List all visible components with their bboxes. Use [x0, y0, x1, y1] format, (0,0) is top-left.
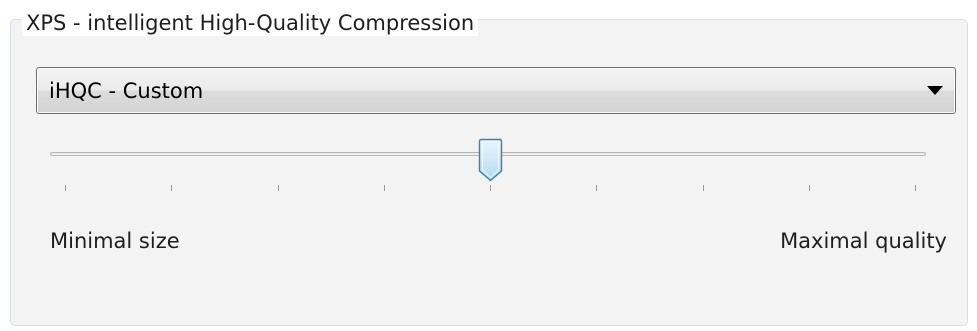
compression-preset-value: iHQC - Custom [49, 79, 204, 103]
slider-min-label: Minimal size [50, 229, 180, 253]
slider-tick [808, 185, 810, 191]
slider-thumb-icon[interactable] [478, 138, 503, 182]
slider-tick [171, 185, 173, 191]
slider-tick [277, 185, 279, 191]
slider-tick [702, 185, 704, 191]
slider-tick [915, 185, 916, 191]
slider-tick [65, 185, 66, 191]
slider-tick [596, 185, 598, 191]
triangle-down-icon[interactable] [927, 86, 943, 95]
compression-preset-dropdown[interactable]: iHQC - Custom [36, 67, 956, 114]
slider-tick [383, 185, 385, 191]
group-title: XPS - intelligent High-Quality Compressi… [22, 10, 479, 36]
quality-slider[interactable] [50, 132, 930, 202]
slider-tick [490, 185, 491, 191]
slider-max-label: Maximal quality [780, 229, 947, 253]
